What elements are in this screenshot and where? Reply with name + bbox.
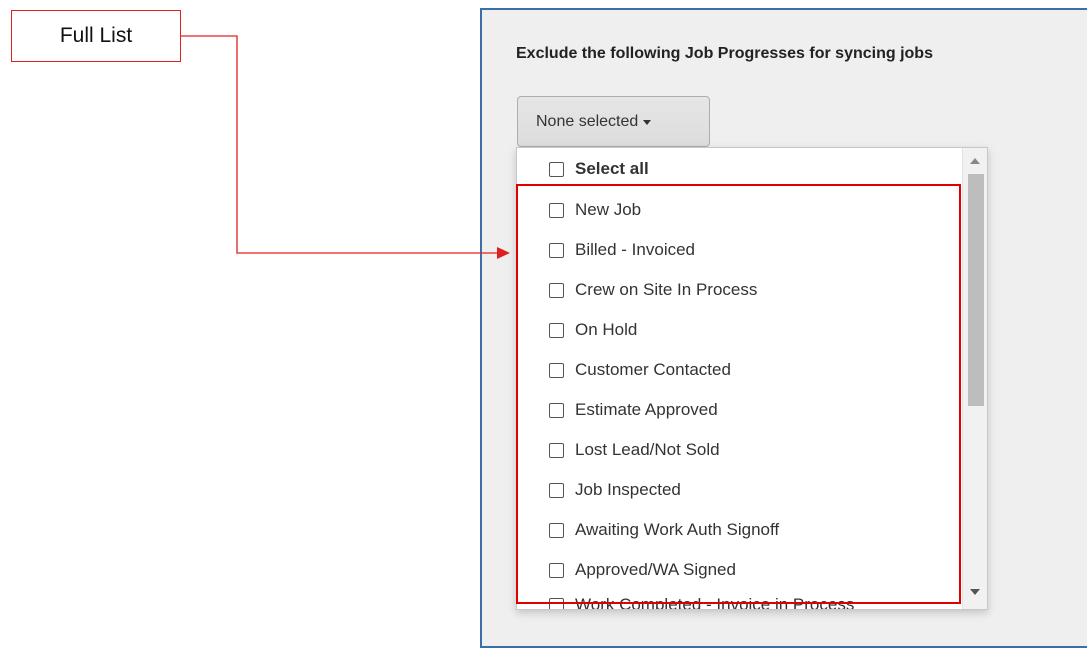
menu-item-label: Crew on Site In Process	[575, 280, 758, 299]
job-progress-dropdown-menu[interactable]: Select all New Job Billed - Invoiced Cre…	[516, 147, 988, 610]
menu-item-label: Work Completed - Invoice in Process	[575, 595, 855, 610]
checkbox-icon[interactable]	[549, 522, 564, 538]
checkbox-icon[interactable]	[549, 482, 564, 498]
menu-item-estimate-approved[interactable]: Estimate Approved	[549, 390, 718, 430]
menu-item-customer-contacted[interactable]: Customer Contacted	[549, 350, 731, 390]
checkbox-icon[interactable]	[549, 322, 564, 338]
scroll-up-arrow-icon[interactable]	[970, 158, 980, 164]
menu-item-label: On Hold	[575, 320, 638, 339]
menu-item-on-hold[interactable]: On Hold	[549, 310, 637, 350]
full-list-annotation: Full List	[11, 10, 181, 62]
scrollbar-thumb[interactable]	[968, 174, 984, 406]
menu-scrollbar[interactable]	[962, 148, 987, 609]
menu-item-label: Customer Contacted	[575, 360, 731, 379]
menu-item-label: Billed - Invoiced	[575, 240, 696, 259]
menu-item-crew-on-site[interactable]: Crew on Site In Process	[549, 270, 757, 310]
panel-heading: Exclude the following Job Progresses for…	[516, 45, 933, 62]
menu-item-label: New Job	[575, 200, 642, 219]
checkbox-icon[interactable]	[549, 202, 564, 218]
menu-item-label: Job Inspected	[575, 480, 681, 499]
select-all-label: Select all	[575, 159, 649, 178]
select-all-option[interactable]: Select all	[549, 149, 649, 189]
menu-item-label: Awaiting Work Auth Signoff	[575, 520, 780, 539]
checkbox-icon[interactable]	[549, 161, 564, 177]
menu-item-approved-wa-signed[interactable]: Approved/WA Signed	[549, 550, 736, 590]
dropdown-label: None selected	[536, 112, 639, 130]
checkbox-icon[interactable]	[549, 597, 564, 609]
menu-item-label: Lost Lead/Not Sold	[575, 440, 720, 459]
checkbox-icon[interactable]	[549, 362, 564, 378]
scroll-down-arrow-icon[interactable]	[970, 589, 980, 595]
connector-line	[181, 35, 498, 254]
checkbox-icon[interactable]	[549, 242, 564, 258]
checkbox-icon[interactable]	[549, 402, 564, 418]
job-progress-multiselect-button[interactable]: None selected	[517, 96, 710, 147]
menu-item-lost-lead[interactable]: Lost Lead/Not Sold	[549, 430, 720, 470]
checkbox-icon[interactable]	[549, 562, 564, 578]
menu-item-new-job[interactable]: New Job	[549, 190, 641, 230]
menu-item-billed-invoiced[interactable]: Billed - Invoiced	[549, 230, 695, 270]
menu-item-label: Approved/WA Signed	[575, 560, 736, 579]
menu-item-job-inspected[interactable]: Job Inspected	[549, 470, 681, 510]
annotation-label: Full List	[59, 24, 133, 47]
menu-item-label: Estimate Approved	[575, 400, 718, 419]
caret-down-icon	[643, 120, 652, 125]
menu-item-awaiting-work-auth[interactable]: Awaiting Work Auth Signoff	[549, 510, 779, 550]
checkbox-icon[interactable]	[549, 442, 564, 458]
checkbox-icon[interactable]	[549, 282, 564, 298]
menu-item-work-completed[interactable]: Work Completed - Invoice in Process	[549, 585, 855, 610]
